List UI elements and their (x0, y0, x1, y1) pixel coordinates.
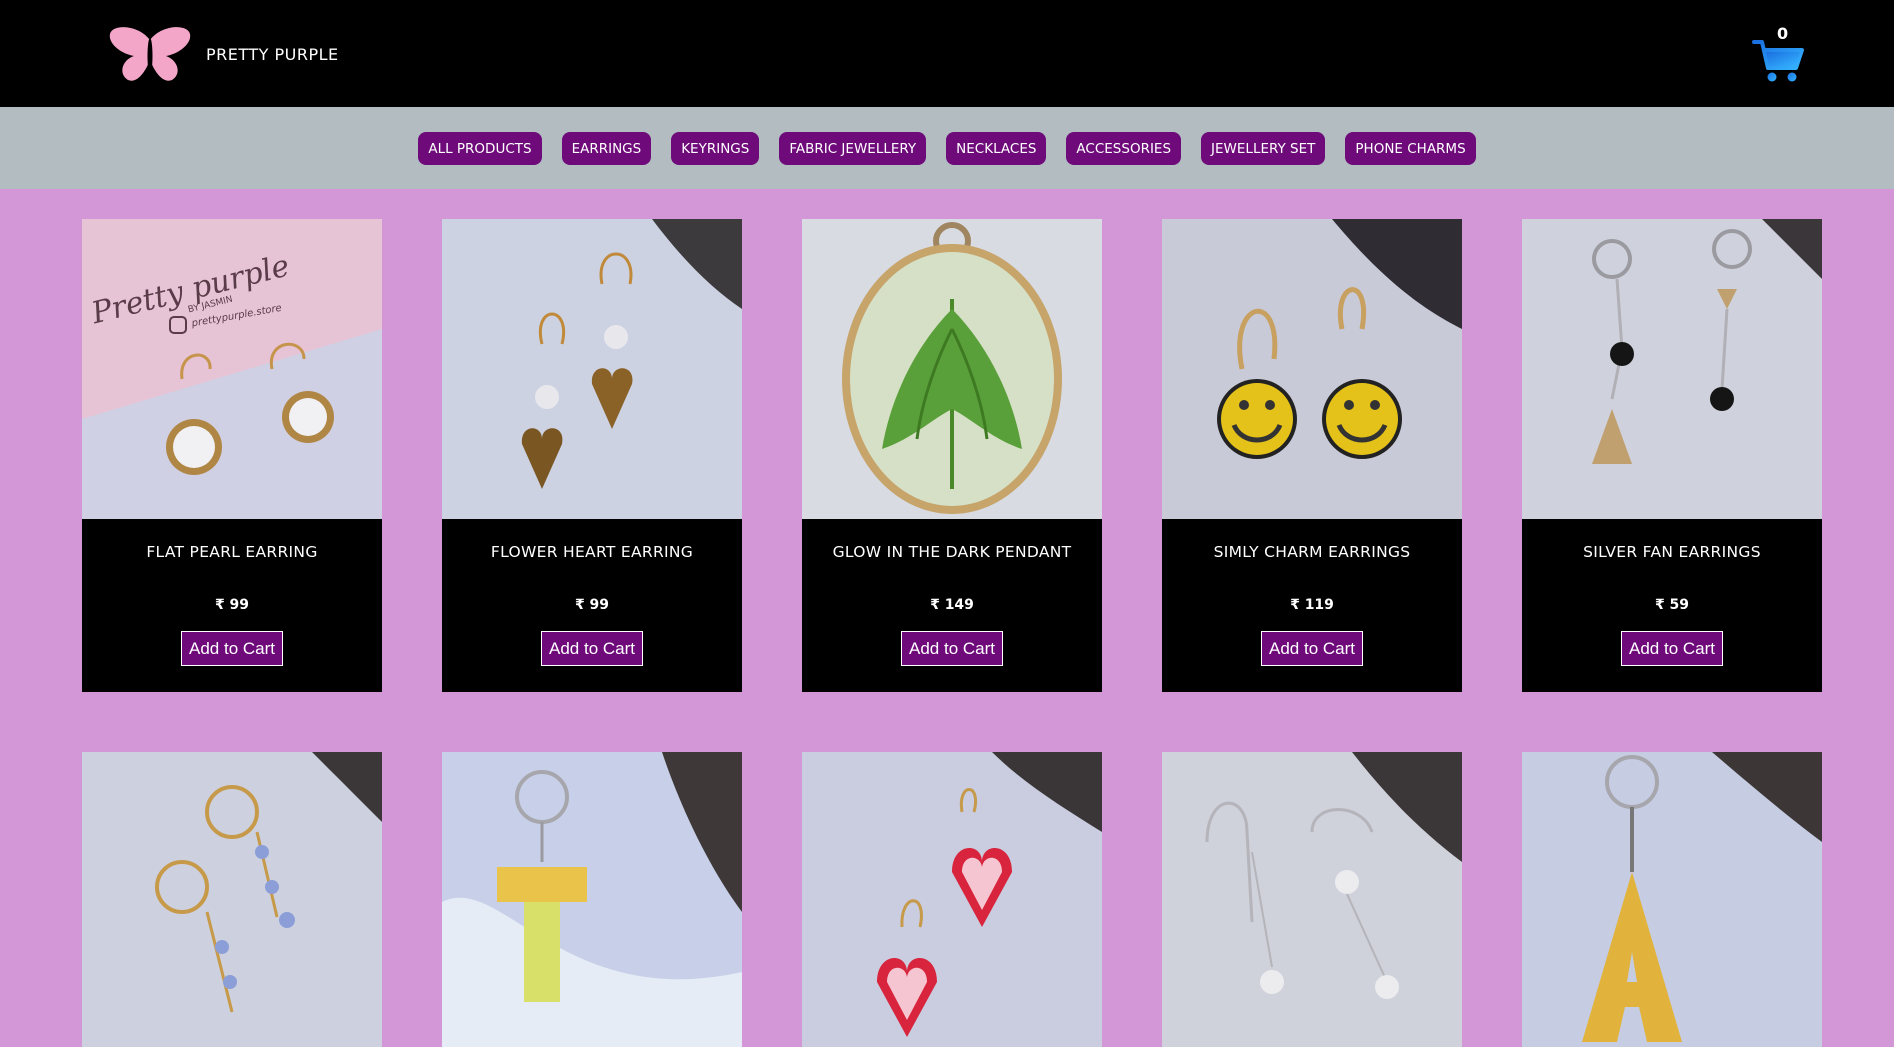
category-jewellery-set[interactable]: JEWELLERY SET (1201, 132, 1326, 165)
add-to-cart-button[interactable]: Add to Cart (1261, 631, 1363, 666)
product-card: SIMLY CHARM EARRINGS ₹ 119 Add to Cart (1162, 219, 1462, 692)
category-earrings[interactable]: EARRINGS (561, 132, 652, 165)
product-card (442, 752, 742, 1047)
product-image[interactable] (802, 752, 1102, 1047)
cart[interactable]: 0 (1752, 24, 1808, 84)
product-card: SILVER FAN EARRINGS ₹ 59 Add to Cart (1522, 219, 1822, 692)
product-price: ₹ 99 (574, 597, 610, 613)
product-image[interactable] (802, 219, 1102, 519)
category-necklaces[interactable]: NECKLACES (946, 132, 1047, 165)
product-info: SIMLY CHARM EARRINGS ₹ 119 Add to Cart (1162, 519, 1462, 692)
product-name: SILVER FAN EARRINGS (1583, 543, 1761, 561)
product-card (802, 752, 1102, 1047)
category-accessories[interactable]: ACCESSORIES (1066, 132, 1182, 165)
product-image[interactable] (1522, 752, 1822, 1047)
product-card (1162, 752, 1462, 1047)
product-price: ₹ 149 (930, 597, 974, 613)
product-info: FLOWER HEART EARRING ₹ 99 Add to Cart (442, 519, 742, 692)
brand-name: PRETTY PURPLE (206, 44, 339, 64)
add-to-cart-button[interactable]: Add to Cart (181, 631, 283, 666)
product-image[interactable] (1522, 219, 1822, 519)
product-name: FLOWER HEART EARRING (490, 543, 694, 561)
product-image[interactable] (82, 752, 382, 1047)
add-to-cart-button[interactable]: Add to Cart (901, 631, 1003, 666)
product-info: GLOW IN THE DARK PENDANT ₹ 149 Add to Ca… (802, 519, 1102, 692)
category-list: ALL PRODUCTS EARRINGS KEYRINGS FABRIC JE… (0, 132, 1894, 165)
product-image[interactable] (1162, 752, 1462, 1047)
product-price: ₹ 99 (214, 597, 250, 613)
category-bar: ALL PRODUCTS EARRINGS KEYRINGS FABRIC JE… (0, 107, 1894, 189)
category-fabric-jewellery[interactable]: FABRIC JEWELLERY (779, 132, 927, 165)
category-phone-charms[interactable]: PHONE CHARMS (1345, 132, 1476, 165)
product-image[interactable] (1162, 219, 1462, 519)
product-grid: Pretty purple BY JASMIN prettypurple.sto… (82, 219, 1822, 1047)
product-card: Pretty purple BY JASMIN prettypurple.sto… (82, 219, 382, 692)
shopping-cart-icon[interactable] (1752, 38, 1804, 84)
product-card: FLOWER HEART EARRING ₹ 99 Add to Cart (442, 219, 742, 692)
product-card (1522, 752, 1822, 1047)
product-name: FLAT PEARL EARRING (146, 543, 318, 561)
product-image[interactable]: Pretty purple BY JASMIN prettypurple.sto… (82, 219, 382, 519)
product-price: ₹ 59 (1654, 597, 1690, 613)
add-to-cart-button[interactable]: Add to Cart (541, 631, 643, 666)
product-name: GLOW IN THE DARK PENDANT (832, 543, 1072, 561)
product-price: ₹ 119 (1290, 597, 1334, 613)
product-info: FLAT PEARL EARRING ₹ 99 Add to Cart (82, 519, 382, 692)
category-keyrings[interactable]: KEYRINGS (671, 132, 760, 165)
brand[interactable]: PRETTY PURPLE (108, 26, 339, 82)
product-card (82, 752, 382, 1047)
product-card: GLOW IN THE DARK PENDANT ₹ 149 Add to Ca… (802, 219, 1102, 692)
product-info: SILVER FAN EARRINGS ₹ 59 Add to Cart (1522, 519, 1822, 692)
product-name: SIMLY CHARM EARRINGS (1213, 543, 1411, 561)
add-to-cart-button[interactable]: Add to Cart (1621, 631, 1723, 666)
product-image[interactable] (442, 752, 742, 1047)
butterfly-icon (109, 27, 191, 81)
site-header: PRETTY PURPLE 0 (0, 0, 1894, 107)
product-image[interactable] (442, 219, 742, 519)
category-all-products[interactable]: ALL PRODUCTS (418, 132, 542, 165)
